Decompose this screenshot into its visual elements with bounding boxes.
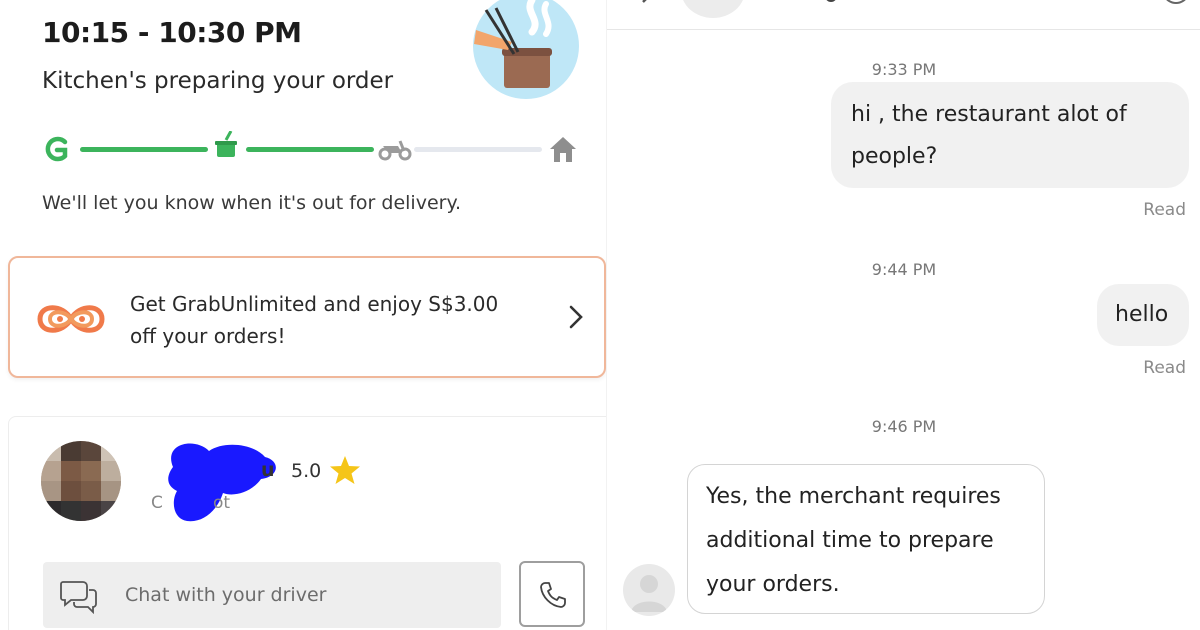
chat-with-driver-button[interactable]: Chat with your driver xyxy=(43,562,501,628)
message-text-line-2: people? xyxy=(851,144,938,169)
home-icon xyxy=(550,137,576,162)
eta-time: 10:15 - 10:30 PM xyxy=(42,16,302,49)
order-tracking-panel: 10:15 - 10:30 PM Kitchen's preparing you… xyxy=(0,0,606,630)
call-driver-button[interactable] xyxy=(519,561,585,627)
vehicle-plate-fragment: C xyxy=(151,493,163,513)
star-icon xyxy=(330,456,360,484)
incoming-message: Yes, the merchant requires additional ti… xyxy=(687,464,1045,614)
outgoing-message: hi , the restaurant alot of people? xyxy=(831,82,1189,188)
more-options-icon[interactable] xyxy=(1161,0,1191,10)
order-status: Kitchen's preparing your order xyxy=(42,68,394,94)
message-timestamp: 9:33 PM xyxy=(871,60,937,79)
chat-bubbles-icon xyxy=(60,581,97,614)
grabunlimited-promo-card[interactable]: Get GrabUnlimited and enjoy S$3.00 off y… xyxy=(8,256,606,378)
message-text-line-3: your orders. xyxy=(706,572,840,597)
driver-card: u 5.0 C ot Chat with your driver xyxy=(8,416,606,630)
outgoing-message: hello xyxy=(1097,284,1189,346)
driver-avatar xyxy=(41,441,121,521)
contact-name xyxy=(825,0,837,2)
vehicle-plate-fragment-end: ot xyxy=(213,493,231,513)
grab-logo-icon xyxy=(45,136,68,162)
delivery-progress-tracker xyxy=(42,131,582,165)
chevron-right-icon xyxy=(569,305,583,329)
message-text-line-2: additional time to prepare xyxy=(706,528,994,553)
progress-segment-2 xyxy=(246,147,374,152)
cooking-illustration-icon xyxy=(473,0,579,99)
message-text-line-1: Yes, the merchant requires xyxy=(706,484,1001,509)
message-text: hello xyxy=(1115,302,1169,327)
chat-panel: 9:33 PM hi , the restaurant alot of peop… xyxy=(606,0,1200,630)
redacted-name-mark xyxy=(168,443,276,522)
promo-text: Get GrabUnlimited and enjoy S$3.00 off y… xyxy=(130,292,499,348)
message-timestamp: 9:46 PM xyxy=(871,417,937,436)
grabunlimited-logo-icon xyxy=(37,305,105,333)
scooter-icon xyxy=(378,140,412,161)
message-timestamp: 9:44 PM xyxy=(871,260,937,279)
driver-name-fragment: u xyxy=(261,459,275,481)
message-text: hi , the restaurant alot of xyxy=(851,102,1127,127)
progress-segment-3 xyxy=(414,147,542,152)
contact-avatar xyxy=(681,0,745,18)
back-arrow-icon[interactable] xyxy=(637,0,657,8)
driver-rating: 5.0 xyxy=(291,460,322,482)
read-receipt: Read xyxy=(1143,358,1186,378)
chat-with-driver-label: Chat with your driver xyxy=(125,584,327,606)
progress-segment-1 xyxy=(80,147,208,152)
sender-avatar xyxy=(623,564,675,616)
person-icon xyxy=(631,575,667,612)
read-receipt: Read xyxy=(1143,200,1186,220)
phone-icon xyxy=(540,582,566,608)
delivery-hint: We'll let you know when it's out for del… xyxy=(42,192,462,214)
chat-header xyxy=(607,0,1200,30)
cooking-pot-icon xyxy=(215,131,237,157)
